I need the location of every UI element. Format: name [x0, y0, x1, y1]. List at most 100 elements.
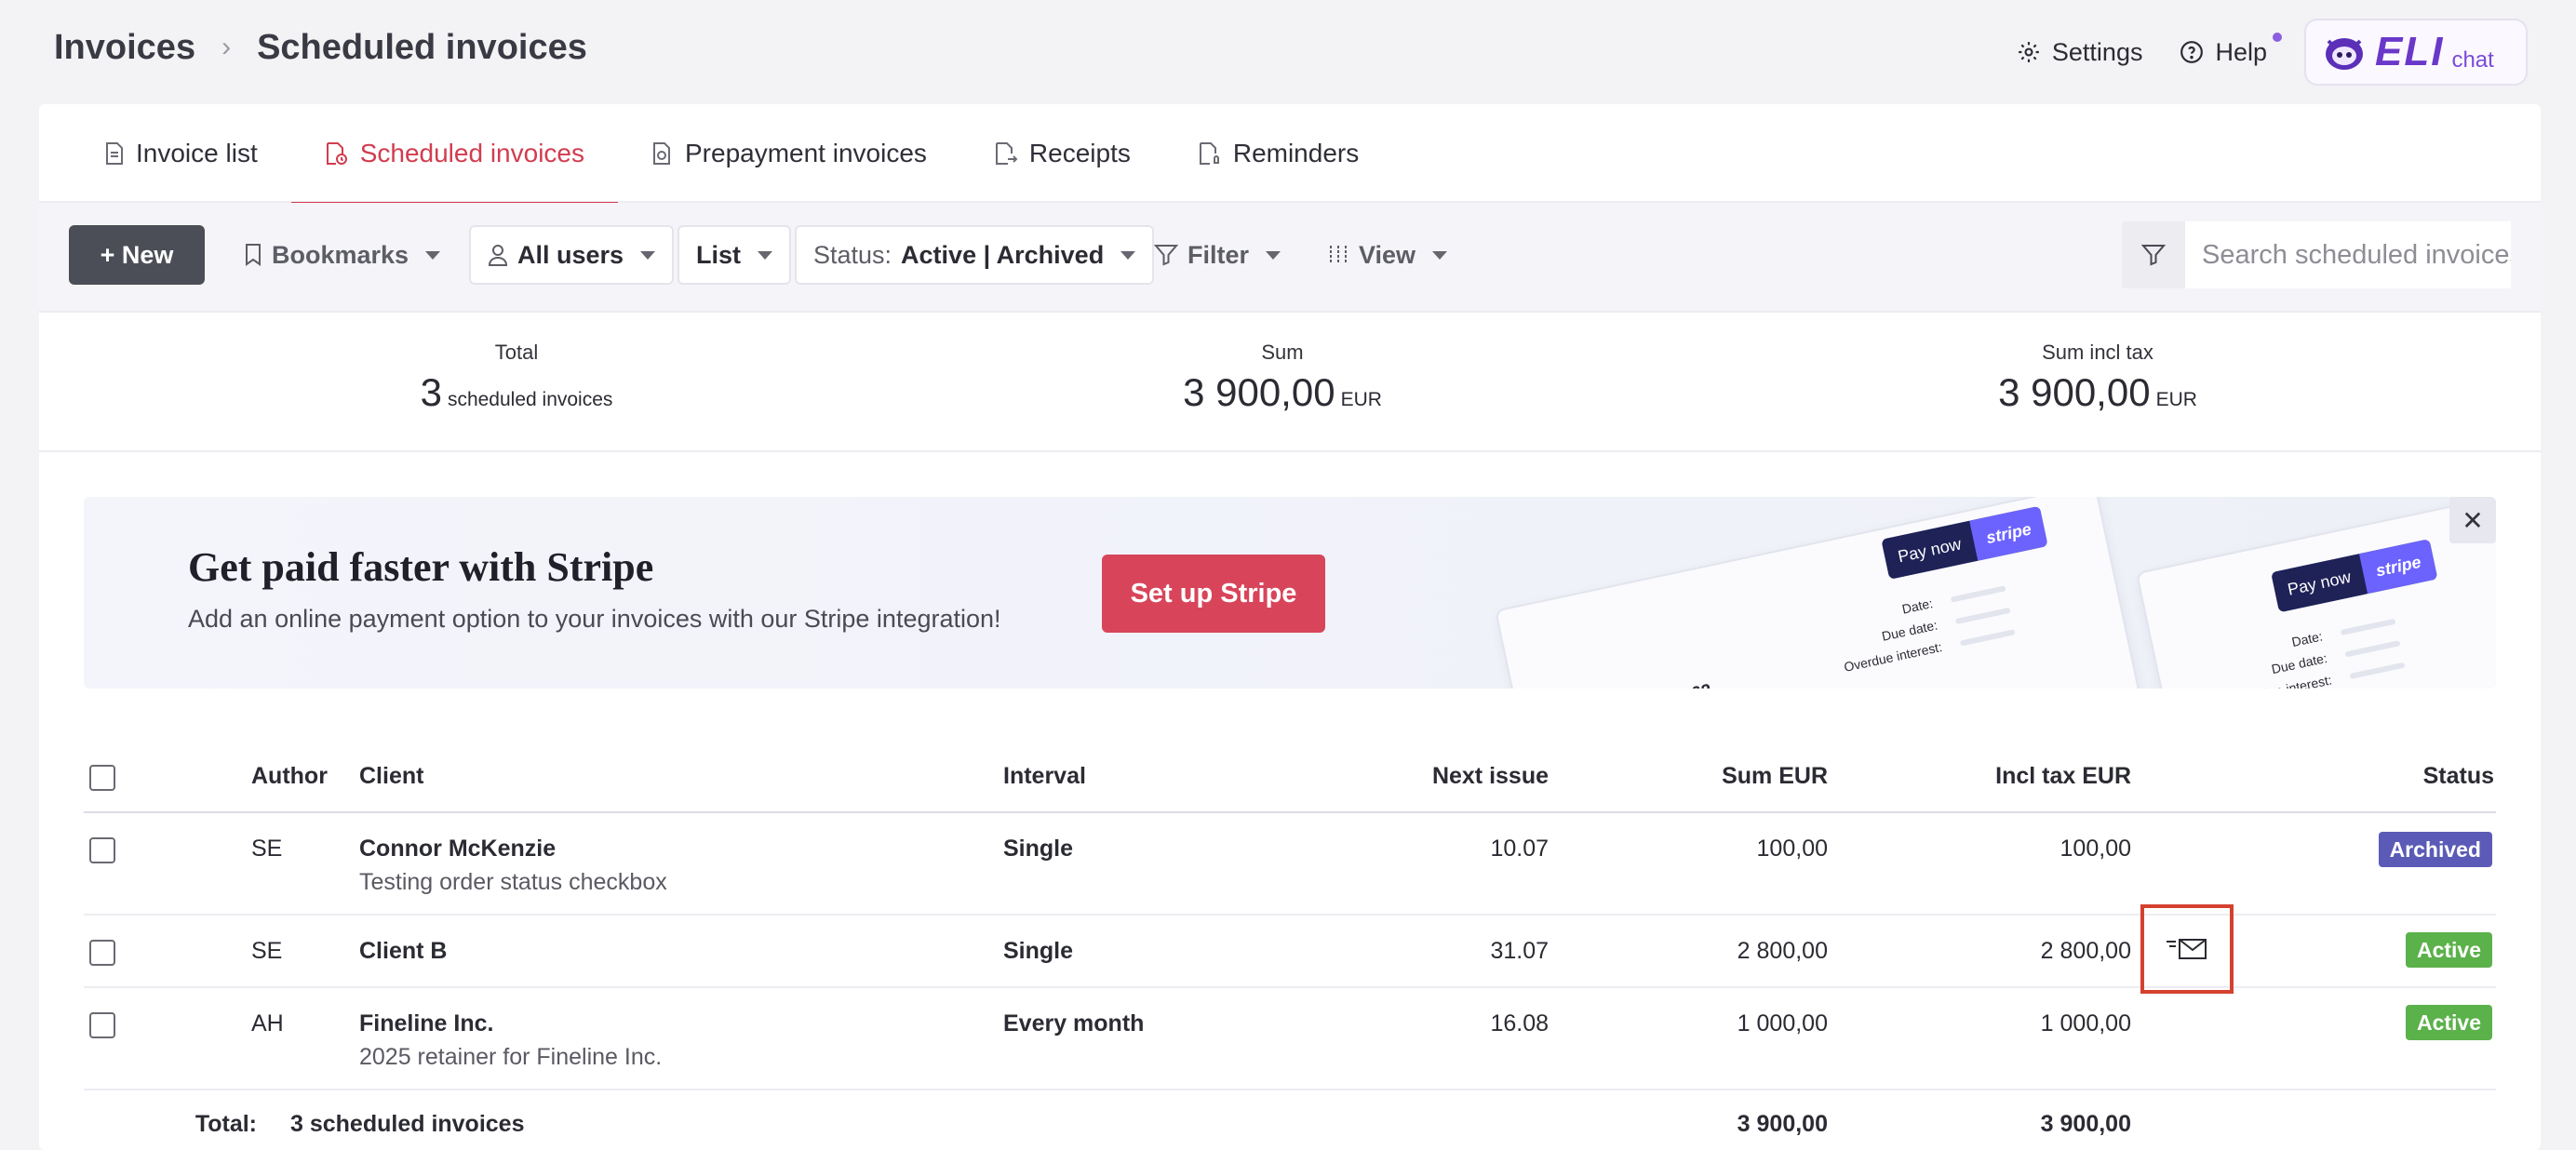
- placeholder-line: [1950, 585, 2006, 603]
- eli-chat-button[interactable]: ELI chat: [2304, 19, 2528, 86]
- settings-label: Settings: [2051, 37, 2143, 66]
- sum-label: Sum: [1261, 341, 1304, 364]
- bookmarks-label: Bookmarks: [272, 240, 409, 269]
- notification-dot: [2273, 32, 2282, 42]
- column-status[interactable]: Status: [2317, 763, 2494, 790]
- total-label: Total: [494, 341, 539, 364]
- column-client[interactable]: Client: [359, 763, 423, 790]
- column-interval[interactable]: Interval: [1003, 763, 1086, 790]
- total-sum-incl-tax: Sum incl tax 3 900,00 EUR: [1958, 341, 2237, 415]
- placeholder-line: [2349, 662, 2406, 679]
- sum-unit: EUR: [1340, 389, 1382, 410]
- tab-bar: Invoice list Scheduled invoices Prepayme…: [39, 104, 2541, 205]
- sum-tax-label: Sum incl tax: [2042, 341, 2153, 364]
- footer-sum: 3 900,00: [1737, 1111, 1828, 1137]
- client-name[interactable]: Connor McKenzie: [359, 836, 556, 862]
- total-sum: Sum 3 900,00 EUR: [1143, 341, 1422, 415]
- tab-prepayment-invoices[interactable]: Prepayment invoices: [618, 104, 960, 203]
- search-filter-button[interactable]: [2122, 221, 2185, 288]
- column-sum[interactable]: Sum EUR: [1666, 763, 1828, 790]
- tab-reminders[interactable]: Reminders: [1164, 104, 1392, 203]
- total-count: Total 3 scheduled invoices: [372, 341, 661, 415]
- stripe-brand-text: stripe: [1969, 505, 2048, 561]
- funnel-icon: [2141, 245, 2166, 266]
- row-checkbox[interactable]: [89, 1012, 115, 1038]
- reminder-icon: [1199, 142, 1219, 165]
- close-banner-button[interactable]: ✕: [2449, 497, 2496, 543]
- sum-tax-value: 3 900,00: [1998, 370, 2151, 414]
- breadcrumb-root[interactable]: Invoices: [54, 28, 195, 68]
- view-dropdown[interactable]: View: [1327, 225, 1448, 285]
- columns-icon: [1330, 246, 1347, 264]
- total-value: 3: [420, 370, 442, 414]
- totals-summary: Total 3 scheduled invoices Sum 3 900,00 EU…: [39, 313, 2541, 452]
- column-incl-tax[interactable]: Incl tax EUR: [1932, 763, 2131, 790]
- table-footer-row: Total: 3 scheduled invoices 3 900,00 3 9…: [84, 1090, 2496, 1150]
- prepayment-icon: [653, 142, 670, 165]
- search-box: [2122, 221, 2511, 288]
- placeholder-line: [2340, 618, 2396, 636]
- tab-receipts[interactable]: Receipts: [960, 104, 1164, 203]
- status-dropdown[interactable]: Status: Active | Archived: [795, 225, 1155, 285]
- status-badge: Active: [2405, 1005, 2492, 1040]
- new-button[interactable]: + New: [69, 225, 205, 285]
- status-badge: Archived: [2378, 832, 2492, 867]
- invoice-icon: [106, 142, 123, 165]
- pay-now-text: Pay now: [1896, 533, 1964, 566]
- table-row[interactable]: SE Connor McKenzie Testing order status …: [84, 813, 2496, 916]
- column-author[interactable]: Author: [251, 763, 328, 790]
- table-row[interactable]: SE Client B Single 31.07 2 800,00 2 800,…: [84, 904, 2496, 994]
- tab-invoice-list[interactable]: Invoice list: [67, 104, 291, 203]
- search-input[interactable]: [2185, 221, 2511, 288]
- interval-cell: Every month: [1003, 1010, 1145, 1036]
- select-all-checkbox[interactable]: [89, 765, 115, 791]
- chevron-down-icon: [1266, 250, 1281, 260]
- settings-link[interactable]: Settings: [2017, 37, 2143, 67]
- tab-label: Receipts: [1028, 139, 1131, 167]
- table-row[interactable]: AH Fineline Inc. 2025 retainer for Finel…: [84, 988, 2496, 1090]
- list-dropdown[interactable]: List: [678, 225, 792, 285]
- list-label: List: [696, 240, 742, 269]
- filter-dropdown[interactable]: Filter: [1154, 225, 1281, 285]
- next-issue-cell: 31.07: [1490, 938, 1549, 964]
- tab-label: Invoice list: [136, 139, 258, 167]
- stripe-banner: Get paid faster with Stripe Add an onlin…: [84, 497, 2496, 689]
- sum-value: 3 900,00: [1183, 370, 1335, 414]
- interval-cell: Single: [1003, 836, 1074, 862]
- incl-tax-cell: 1 000,00: [2040, 1010, 2131, 1036]
- eli-logo-text: ELI: [2375, 29, 2445, 74]
- filter-label: Filter: [1187, 240, 1250, 269]
- client-name[interactable]: Client B: [359, 938, 447, 965]
- tab-scheduled-invoices[interactable]: Scheduled invoices: [290, 104, 619, 205]
- tab-label: Reminders: [1232, 139, 1360, 167]
- tab-label: Scheduled invoices: [359, 139, 584, 167]
- status-prefix: Status:: [813, 240, 892, 269]
- users-label: All users: [517, 240, 624, 269]
- send-email-button[interactable]: [2140, 904, 2234, 994]
- client-note: 2025 retainer for Fineline Inc.: [359, 1044, 663, 1070]
- banner-subtitle: Add an online payment option to your inv…: [188, 605, 1001, 633]
- row-checkbox[interactable]: [89, 940, 115, 966]
- incl-tax-cell: 100,00: [2059, 836, 2131, 862]
- column-next-issue[interactable]: Next issue: [1387, 763, 1549, 790]
- chevron-down-icon: [1432, 250, 1448, 260]
- client-note: Testing order status checkbox: [359, 869, 667, 895]
- bookmarks-dropdown[interactable]: Bookmarks: [244, 225, 441, 285]
- users-dropdown[interactable]: All users: [469, 225, 675, 285]
- invoice-illustration: Pay nowstripe Date: Due date: Overdue in…: [2135, 497, 2496, 689]
- banner-title: Get paid faster with Stripe: [188, 544, 654, 590]
- row-checkbox[interactable]: [89, 837, 115, 863]
- author-cell: SE: [251, 938, 283, 964]
- set-up-stripe-button[interactable]: Set up Stripe: [1102, 555, 1325, 633]
- question-icon: [2180, 41, 2204, 63]
- footer-incl-tax: 3 900,00: [2040, 1111, 2131, 1137]
- pay-now-text: Pay now: [2286, 567, 2353, 599]
- gear-icon: [2019, 42, 2039, 62]
- help-link[interactable]: Help: [2180, 32, 2282, 67]
- incl-tax-cell: 2 800,00: [2040, 938, 2131, 964]
- author-cell: AH: [251, 1010, 284, 1036]
- help-label: Help: [2215, 37, 2267, 66]
- client-name[interactable]: Fineline Inc.: [359, 1010, 493, 1037]
- receipt-icon: [995, 142, 1018, 165]
- scheduled-invoice-icon: [326, 142, 347, 165]
